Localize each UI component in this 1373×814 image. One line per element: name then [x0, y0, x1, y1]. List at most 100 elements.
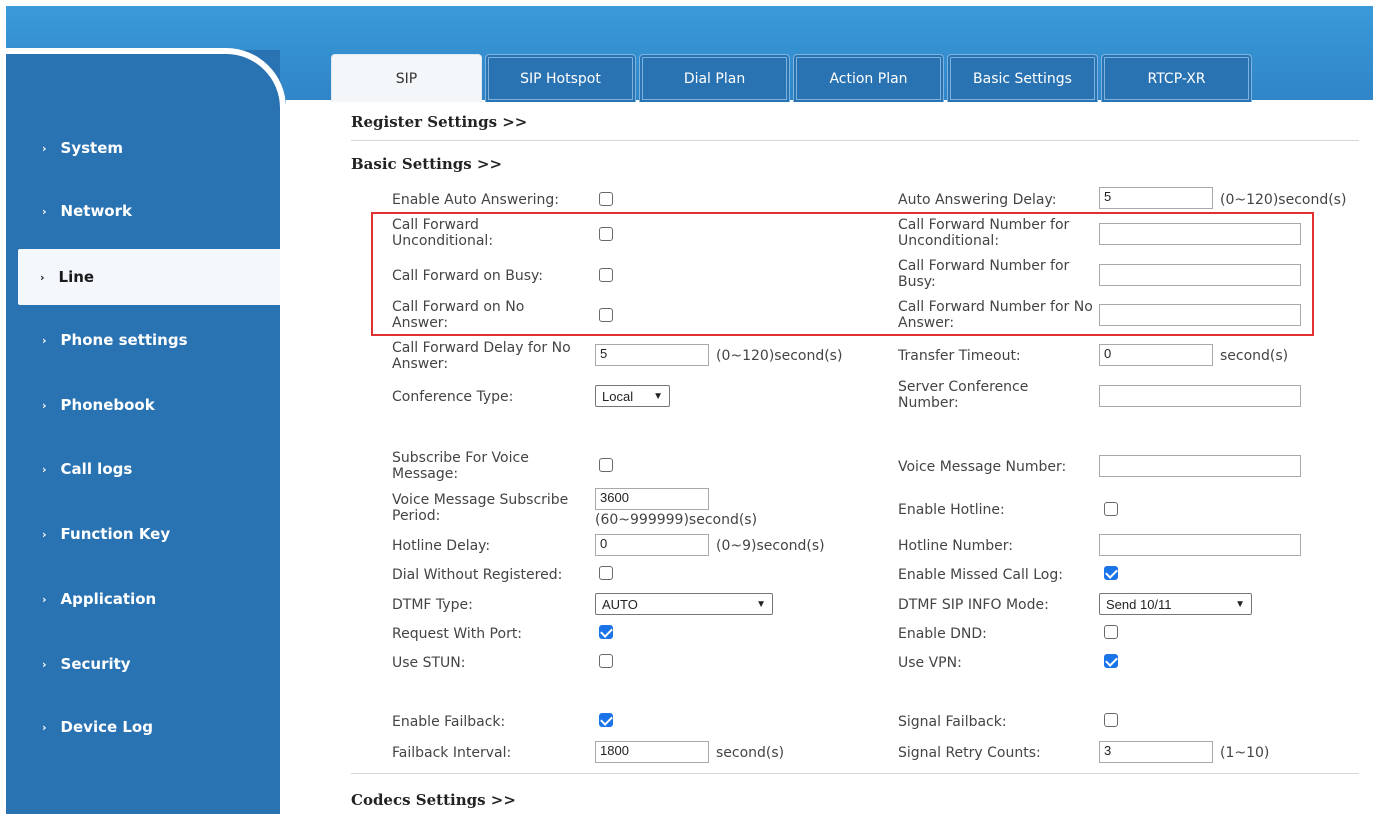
sidebar-item-device-log[interactable]: › Device Log [6, 709, 280, 745]
failback-interval-label: Failback Interval: [392, 745, 512, 761]
sidebar-item-label: System [60, 139, 124, 157]
hotline-delay-label: Hotline Delay: [392, 538, 491, 554]
cf-number-no-answer-label: Call Forward Number for No Answer: [898, 299, 1093, 331]
tab-sip-hotspot[interactable]: SIP Hotspot [485, 54, 636, 102]
enable-hotline-checkbox[interactable] [1104, 502, 1118, 516]
enable-failback-checkbox[interactable] [599, 713, 613, 727]
conference-type-label: Conference Type: [392, 389, 514, 405]
cf-busy-label: Call Forward on Busy: [392, 268, 543, 284]
sidebar-item-network[interactable]: › Network [6, 193, 280, 229]
cf-number-busy-input[interactable] [1099, 264, 1301, 286]
hotline-number-input[interactable] [1099, 534, 1301, 556]
auto-answering-delay-label: Auto Answering Delay: [898, 192, 1057, 208]
server-conference-number-input[interactable] [1099, 385, 1301, 407]
chevron-down-icon: ▼ [756, 598, 766, 610]
failback-interval-input[interactable]: 1800 [595, 741, 709, 763]
chevron-right-icon: › [42, 720, 47, 734]
use-vpn-checkbox[interactable] [1104, 654, 1118, 668]
chevron-right-icon: › [42, 333, 47, 347]
chevron-right-icon: › [42, 204, 47, 218]
cf-number-no-answer-input[interactable] [1099, 304, 1301, 326]
cf-no-answer-checkbox[interactable] [599, 308, 613, 322]
request-with-port-label: Request With Port: [392, 626, 523, 642]
vm-subscribe-period-input[interactable]: 3600 [595, 488, 709, 510]
enable-failback-label: Enable Failback: [392, 714, 506, 730]
sidebar-item-label: Function Key [60, 525, 171, 543]
voice-message-number-label: Voice Message Number: [898, 459, 1067, 475]
dtmf-sip-info-mode-label: DTMF SIP INFO Mode: [898, 597, 1049, 613]
sidebar-curve [6, 48, 286, 110]
hotline-delay-input[interactable]: 0 [595, 534, 709, 556]
sidebar-item-security[interactable]: › Security [6, 646, 280, 682]
signal-retry-counts-label: Signal Retry Counts: [898, 745, 1041, 761]
use-vpn-label: Use VPN: [898, 655, 962, 671]
dtmf-sip-info-mode-value: Send 10/11 [1106, 596, 1172, 612]
transfer-timeout-unit: second(s) [1220, 348, 1289, 364]
signal-retry-counts-input[interactable]: 3 [1099, 741, 1213, 763]
tab-sip[interactable]: SIP [331, 54, 482, 102]
cf-unconditional-checkbox[interactable] [599, 227, 613, 241]
cf-delay-unit: (0~120)second(s) [716, 348, 843, 364]
sidebar-item-application[interactable]: › Application [6, 581, 280, 617]
cf-delay-input[interactable]: 5 [595, 344, 709, 366]
enable-missed-call-log-label: Enable Missed Call Log: [898, 567, 1063, 583]
tab-dial-plan[interactable]: Dial Plan [639, 54, 790, 102]
conference-type-select[interactable]: Local ▼ [595, 385, 670, 407]
auto-answering-delay-unit: (0~120)second(s) [1220, 192, 1347, 208]
sidebar-item-label: Phone settings [60, 331, 188, 349]
sidebar-item-phonebook[interactable]: › Phonebook [6, 387, 280, 423]
subscribe-voice-message-label: Subscribe For Voice Message: [392, 450, 529, 482]
section-basic-settings[interactable]: Basic Settings >> [351, 155, 502, 173]
cf-number-unconditional-input[interactable] [1099, 223, 1301, 245]
use-stun-checkbox[interactable] [599, 654, 613, 668]
dial-without-registered-label: Dial Without Registered: [392, 567, 563, 583]
conference-type-value: Local [602, 388, 634, 404]
voice-message-number-input[interactable] [1099, 455, 1301, 477]
divider [351, 140, 1359, 141]
tab-basic-settings[interactable]: Basic Settings [947, 54, 1098, 102]
dial-without-registered-checkbox[interactable] [599, 566, 613, 580]
dtmf-type-select[interactable]: AUTO ▼ [595, 593, 773, 615]
sidebar-item-phone-settings[interactable]: › Phone settings [6, 322, 280, 358]
chevron-right-icon: › [42, 657, 47, 671]
divider [351, 773, 1359, 774]
sidebar-item-call-logs[interactable]: › Call logs [6, 451, 280, 487]
cf-unconditional-label: Call Forward Unconditional: [392, 217, 494, 249]
vm-subscribe-period-label: Voice Message Subscribe Period: [392, 492, 569, 524]
section-codecs-settings[interactable]: Codecs Settings >> [351, 791, 516, 809]
cf-busy-checkbox[interactable] [599, 268, 613, 282]
transfer-timeout-input[interactable]: 0 [1099, 344, 1213, 366]
signal-failback-label: Signal Failback: [898, 714, 1007, 730]
enable-auto-answering-checkbox[interactable] [599, 192, 613, 206]
auto-answering-delay-input[interactable]: 5 [1099, 187, 1213, 209]
enable-dnd-label: Enable DND: [898, 626, 987, 642]
sidebar-item-label: Phonebook [60, 396, 155, 414]
signal-failback-checkbox[interactable] [1104, 713, 1118, 727]
sidebar-item-system[interactable]: › System [6, 130, 280, 166]
dtmf-type-value: AUTO [602, 596, 638, 612]
sidebar-item-function-key[interactable]: › Function Key [6, 516, 280, 552]
use-stun-label: Use STUN: [392, 655, 466, 671]
chevron-right-icon: › [42, 527, 47, 541]
signal-retry-counts-unit: (1~10) [1220, 745, 1270, 761]
dtmf-type-label: DTMF Type: [392, 597, 473, 613]
cf-delay-label: Call Forward Delay for No Answer: [392, 340, 571, 372]
enable-missed-call-log-checkbox[interactable] [1104, 566, 1118, 580]
enable-auto-answering-label: Enable Auto Answering: [392, 192, 560, 208]
hotline-delay-unit: (0~9)second(s) [716, 538, 825, 554]
chevron-down-icon: ▼ [1235, 598, 1245, 610]
chevron-right-icon: › [42, 592, 47, 606]
cf-no-answer-label: Call Forward on No Answer: [392, 299, 525, 331]
sidebar-item-label: Network [60, 202, 132, 220]
tab-rtcp-xr[interactable]: RTCP-XR [1101, 54, 1252, 102]
enable-dnd-checkbox[interactable] [1104, 625, 1118, 639]
sidebar-item-line[interactable]: › Line [18, 249, 280, 305]
section-register-settings[interactable]: Register Settings >> [351, 113, 527, 131]
failback-interval-unit: second(s) [716, 745, 785, 761]
subscribe-voice-message-checkbox[interactable] [599, 458, 613, 472]
sidebar-item-label: Application [60, 590, 157, 608]
request-with-port-checkbox[interactable] [599, 625, 613, 639]
dtmf-sip-info-mode-select[interactable]: Send 10/11 ▼ [1099, 593, 1252, 615]
chevron-right-icon: › [42, 462, 47, 476]
tab-action-plan[interactable]: Action Plan [793, 54, 944, 102]
